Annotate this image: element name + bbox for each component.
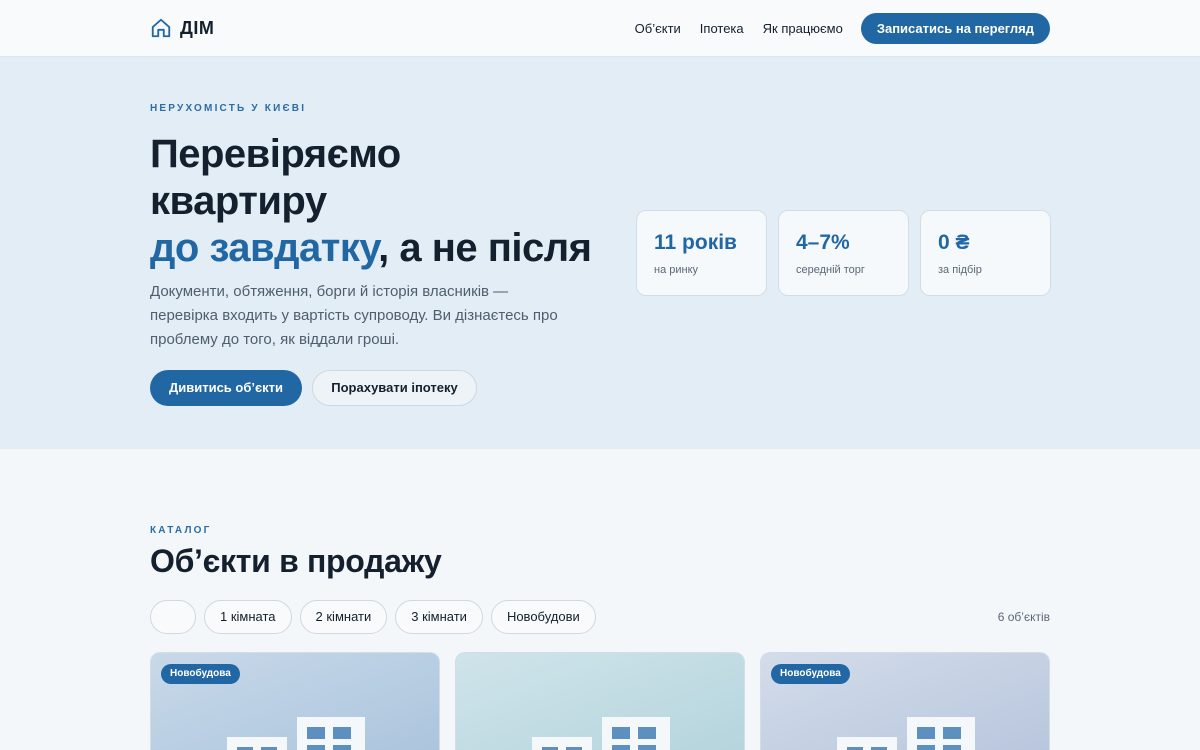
nav-link-how-we-work[interactable]: Як працюємо — [763, 21, 843, 36]
property-card[interactable] — [455, 652, 745, 750]
property-cards: Новобудова Новобудова — [150, 652, 1050, 750]
stat-label: за підбір — [938, 264, 982, 276]
nav-link-objects[interactable]: Об’єкти — [635, 21, 681, 36]
hero-description: Документи, обтяження, борги й історія вл… — [150, 283, 558, 348]
hero-title: Перевіряємо квартиру до завдатку, а не п… — [150, 131, 592, 272]
hero-eyebrow: НЕРУХОМІСТЬ У КИЄВІ — [150, 103, 307, 114]
new-build-badge: Новобудова — [771, 664, 850, 684]
calculate-mortgage-button[interactable]: Порахувати іпотеку — [312, 370, 477, 406]
property-card[interactable]: Новобудова — [760, 652, 1050, 750]
objects-count: 6 об’єктів — [997, 610, 1050, 624]
filter-chip-new-builds[interactable]: Новобудови — [490, 600, 596, 634]
building-illustration-icon — [532, 717, 670, 750]
filter-chips: 1 кімната 2 кімнати 3 кімнати Новобудови — [150, 600, 596, 634]
filter-chip-1-room[interactable]: 1 кімната — [204, 600, 292, 634]
book-viewing-button[interactable]: Записатись на перегляд — [860, 13, 1050, 44]
catalog-eyebrow: КАТАЛОГ — [150, 525, 212, 536]
stat-label: на ринку — [654, 264, 699, 276]
hero-section: НЕРУХОМІСТЬ У КИЄВІ Перевіряємо квартиру… — [0, 57, 1200, 449]
hero-title-accent: до завдатку — [150, 226, 379, 270]
home-icon — [151, 18, 171, 38]
stat-card-bargain: 4–7% середній торг — [778, 210, 909, 296]
stat-value: 0 ₴ — [938, 231, 970, 254]
property-card[interactable]: Новобудова — [150, 652, 440, 750]
view-objects-button[interactable]: Дивитись об’єкти — [150, 370, 302, 406]
stat-card-years: 11 років на ринку — [636, 210, 767, 296]
filter-chip-2-rooms[interactable]: 2 кімнати — [299, 600, 388, 634]
brand-name: ДІМ — [180, 17, 215, 38]
building-illustration-icon — [837, 717, 975, 750]
hero-title-line2: квартиру — [150, 179, 327, 223]
filter-chip-3-rooms[interactable]: 3 кімнати — [395, 600, 483, 634]
catalog-title: Об’єкти в продажу — [150, 543, 442, 579]
hero-title-rest: , а не після — [378, 226, 592, 270]
stat-value: 4–7% — [796, 231, 850, 254]
stats-row: 11 років на ринку 4–7% середній торг 0 ₴… — [636, 210, 1051, 296]
site-header: ДІМ Об’єкти Іпотека Як працюємо Записати… — [0, 0, 1200, 57]
filter-chip-all[interactable] — [150, 600, 196, 634]
stat-value: 11 років — [654, 231, 737, 254]
stat-label: середній торг — [796, 264, 865, 276]
main-nav: Об’єкти Іпотека Як працюємо Записатись н… — [635, 13, 1050, 44]
new-build-badge: Новобудова — [161, 664, 240, 684]
hero-title-line1: Перевіряємо — [150, 132, 401, 176]
stat-card-fee: 0 ₴ за підбір — [920, 210, 1051, 296]
nav-link-mortgage[interactable]: Іпотека — [700, 21, 744, 36]
brand-logo[interactable]: ДІМ — [150, 17, 214, 39]
building-illustration-icon — [227, 717, 365, 750]
